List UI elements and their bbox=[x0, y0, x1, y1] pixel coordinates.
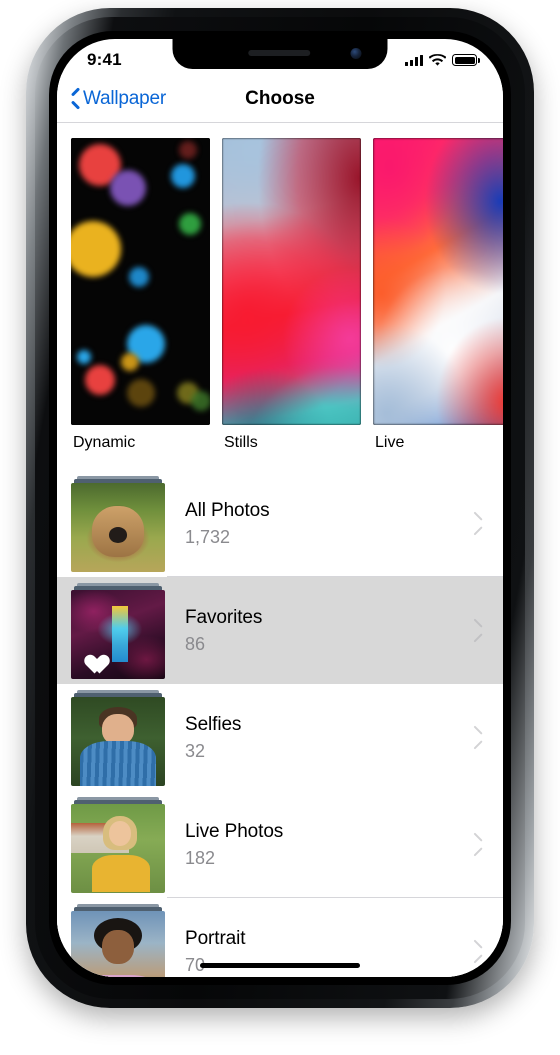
wallpaper-type-stills[interactable]: Stills bbox=[222, 138, 361, 452]
stills-gradient-graphic bbox=[222, 138, 361, 425]
album-count: 86 bbox=[185, 633, 206, 654]
home-indicator[interactable] bbox=[200, 963, 360, 968]
iphone-device-frame: 9:41 Wallpaper Choose Dynamic Stills Liv… bbox=[26, 8, 534, 1008]
portrait-photo-thumbnail bbox=[71, 910, 165, 977]
album-count: 32 bbox=[185, 740, 206, 761]
album-thumbnail-stack bbox=[71, 689, 165, 786]
chevron-right-icon bbox=[471, 622, 481, 640]
album-row-text: Selfies 32 bbox=[165, 714, 471, 762]
dog-photo-thumbnail bbox=[71, 482, 165, 572]
wallpaper-type-dynamic[interactable]: Dynamic bbox=[71, 138, 210, 452]
chevron-right-icon bbox=[471, 515, 481, 533]
cellular-bars-icon bbox=[405, 54, 423, 66]
album-count: 1,732 bbox=[185, 526, 231, 547]
album-row-favorites[interactable]: Favorites 86 bbox=[57, 577, 503, 684]
live-gradient-graphic bbox=[373, 138, 503, 425]
wallpaper-type-live[interactable]: Live bbox=[373, 138, 503, 452]
dynamic-wallpaper-preview[interactable] bbox=[71, 138, 210, 425]
album-row-text: Live Photos 182 bbox=[165, 821, 471, 869]
album-thumbnail-stack bbox=[71, 796, 165, 893]
wallpaper-type-label: Stills bbox=[224, 434, 258, 451]
selfie-photo-thumbnail bbox=[71, 696, 165, 786]
status-bar-indicators bbox=[405, 53, 480, 67]
status-bar-clock: 9:41 bbox=[87, 50, 122, 69]
album-thumbnail-stack bbox=[71, 903, 165, 977]
front-camera-icon bbox=[350, 48, 362, 59]
album-title: Favorites bbox=[185, 606, 263, 628]
heart-icon bbox=[80, 647, 103, 668]
device-bezel: 9:41 Wallpaper Choose Dynamic Stills Liv… bbox=[49, 31, 511, 985]
wifi-icon bbox=[429, 53, 446, 66]
chevron-left-icon bbox=[69, 89, 80, 108]
album-title: Portrait bbox=[185, 927, 246, 949]
album-row-text: Portrait 70 bbox=[165, 928, 471, 976]
album-title: All Photos bbox=[185, 499, 270, 521]
album-row-live-photos[interactable]: Live Photos 182 bbox=[57, 791, 503, 898]
back-button-label: Wallpaper bbox=[83, 87, 167, 109]
live-photo-thumbnail bbox=[71, 803, 165, 893]
album-title: Selfies bbox=[185, 713, 242, 735]
screenshot-stage: 9:41 Wallpaper Choose Dynamic Stills Liv… bbox=[0, 0, 560, 1055]
wallpaper-type-label: Live bbox=[375, 434, 405, 451]
album-list: All Photos 1,732 Favorites 86 Selfies 32… bbox=[57, 470, 503, 977]
album-row-text: All Photos 1,732 bbox=[165, 500, 471, 548]
wallpaper-type-label: Dynamic bbox=[73, 434, 136, 451]
album-thumbnail-stack bbox=[71, 475, 165, 572]
live-wallpaper-preview[interactable] bbox=[373, 138, 503, 425]
back-button[interactable]: Wallpaper bbox=[57, 88, 166, 110]
album-row-selfies[interactable]: Selfies 32 bbox=[57, 684, 503, 791]
album-row-text: Favorites 86 bbox=[165, 607, 471, 655]
device-inner-frame: 9:41 Wallpaper Choose Dynamic Stills Liv… bbox=[35, 17, 525, 999]
bokeh-graphic bbox=[71, 138, 210, 425]
device-screen: 9:41 Wallpaper Choose Dynamic Stills Liv… bbox=[57, 39, 503, 977]
album-title: Live Photos bbox=[185, 820, 284, 842]
wallpaper-type-row: Dynamic Stills Live bbox=[57, 124, 503, 452]
chevron-right-icon bbox=[471, 836, 481, 854]
chevron-right-icon bbox=[471, 729, 481, 747]
favorites-photo-thumbnail bbox=[71, 589, 165, 679]
display-notch bbox=[172, 39, 388, 69]
album-thumbnail-stack bbox=[71, 582, 165, 679]
scroll-content[interactable]: Dynamic Stills Live All Photos 1,732 Fav… bbox=[57, 124, 503, 977]
album-row-all-photos[interactable]: All Photos 1,732 bbox=[57, 470, 503, 577]
stills-wallpaper-preview[interactable] bbox=[222, 138, 361, 425]
navigation-bar: Wallpaper Choose bbox=[57, 75, 503, 123]
album-count: 182 bbox=[185, 847, 216, 868]
chevron-right-icon bbox=[471, 943, 481, 961]
battery-full-icon bbox=[452, 54, 480, 66]
earpiece-speaker-icon bbox=[247, 50, 310, 56]
